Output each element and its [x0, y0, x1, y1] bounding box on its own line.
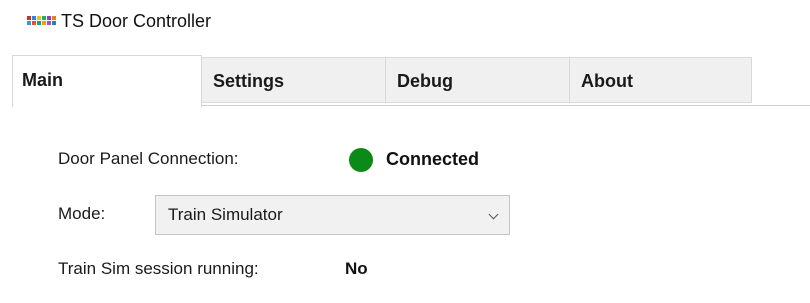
- mode-label: Mode:: [58, 204, 106, 223]
- tab-main[interactable]: Main: [12, 55, 202, 107]
- app-icon-pixel: [27, 21, 31, 25]
- app-icon-pixel: [42, 16, 46, 20]
- app-grid-icon: [27, 16, 57, 25]
- app-icon-pixel: [42, 21, 46, 25]
- app-icon-pixel: [47, 16, 51, 20]
- title-bar: TS Door Controller: [0, 0, 810, 48]
- mode-dropdown-value: Train Simulator: [168, 205, 283, 224]
- connection-status-icon: [349, 148, 373, 172]
- app-icon-pixel: [47, 21, 51, 25]
- chevron-down-icon: [488, 209, 499, 220]
- app-icon-pixel: [32, 21, 36, 25]
- connection-label: Door Panel Connection:: [58, 149, 239, 168]
- app-icon-pixel: [27, 16, 31, 20]
- session-status: No: [345, 259, 368, 278]
- app-icon-pixel: [37, 16, 41, 20]
- window-title: TS Door Controller: [61, 11, 212, 31]
- app-icon-pixel: [52, 21, 56, 25]
- main-panel: Door Panel Connection: Connected Mode: T…: [12, 107, 810, 303]
- connection-status: Connected: [386, 149, 480, 169]
- tab-settings[interactable]: Settings: [201, 57, 386, 103]
- tab-debug[interactable]: Debug: [385, 57, 570, 103]
- app-icon-pixel: [52, 16, 56, 20]
- tab-divider: [202, 105, 810, 106]
- session-label: Train Sim session running:: [58, 259, 259, 278]
- app-icon-pixel: [32, 16, 36, 20]
- tab-about[interactable]: About: [569, 57, 752, 103]
- mode-dropdown[interactable]: Train Simulator: [155, 195, 510, 235]
- app-icon-pixel: [37, 21, 41, 25]
- tab-strip: Main Settings Debug About: [12, 55, 810, 107]
